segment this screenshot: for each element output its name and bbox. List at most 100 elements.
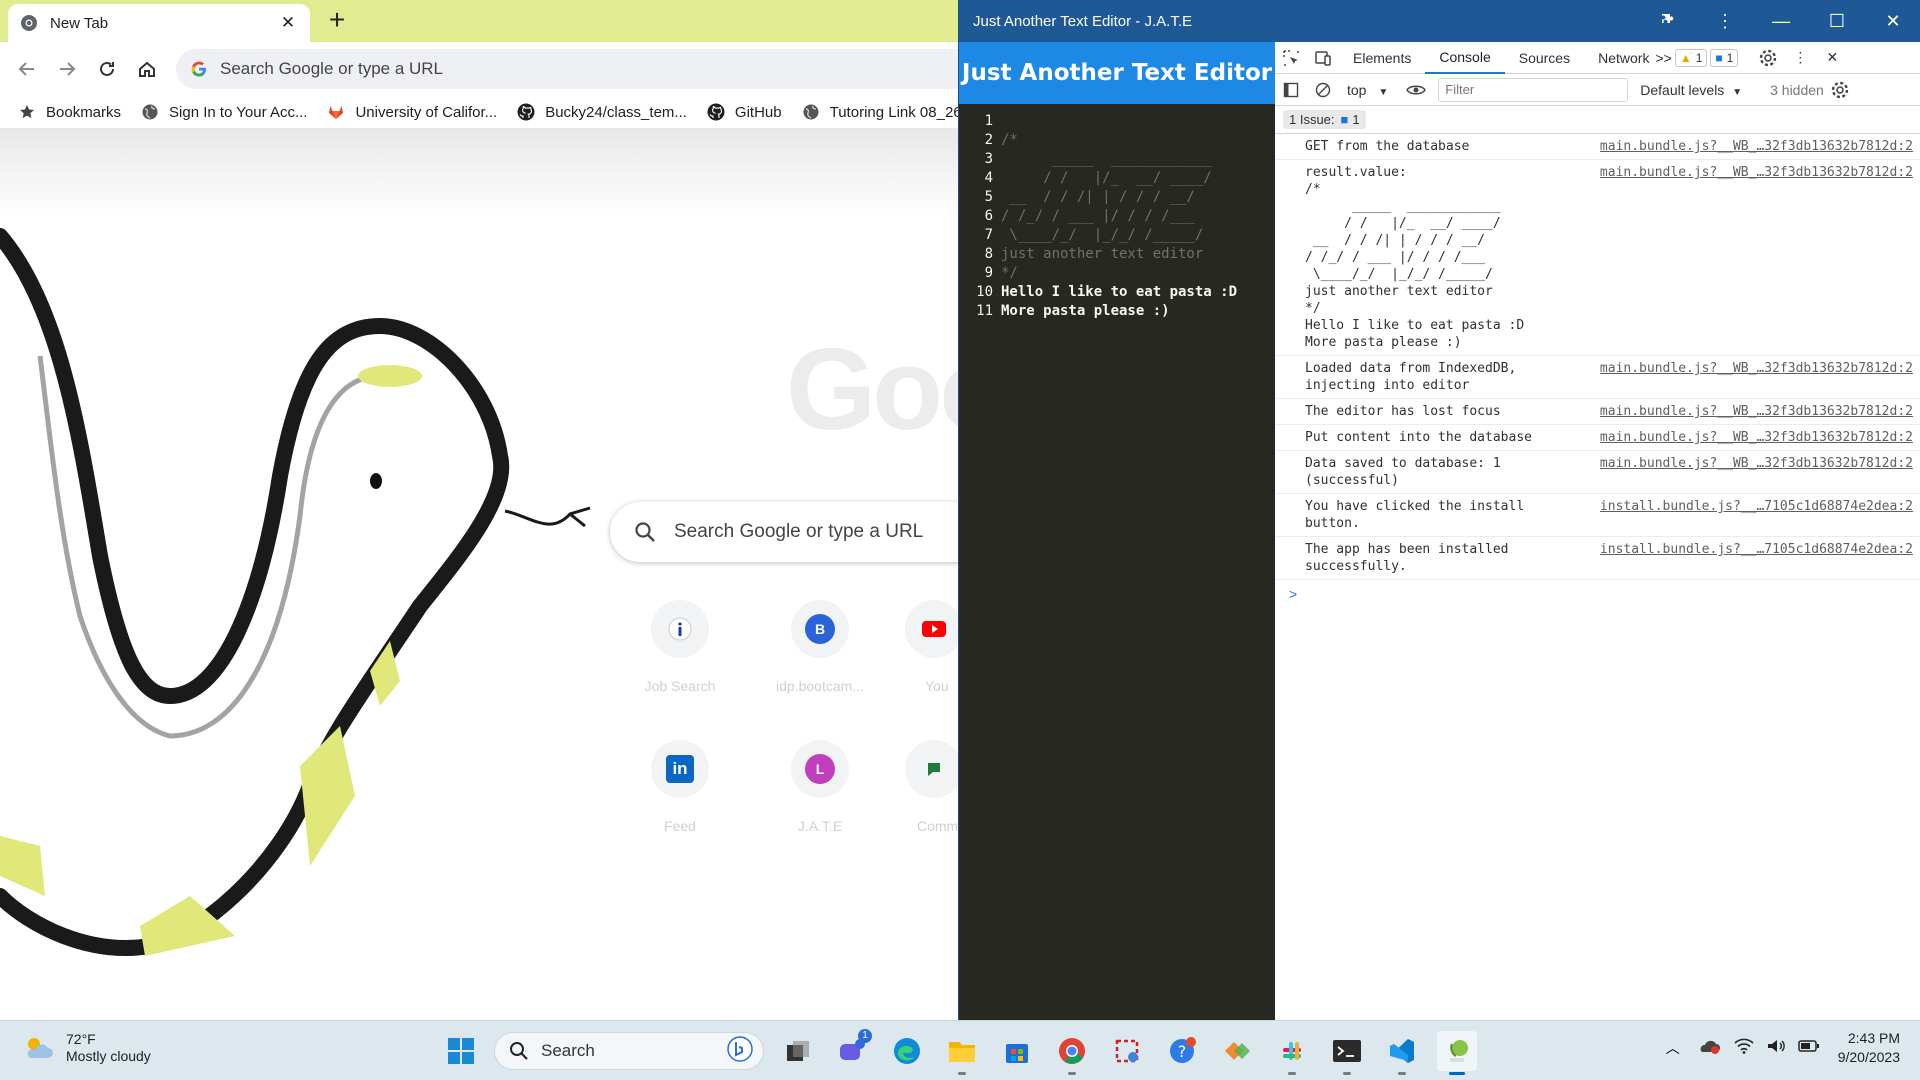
log-message: The app has been installed successfully.	[1305, 542, 1509, 574]
device-toolbar-icon[interactable]	[1307, 42, 1339, 74]
slack-icon[interactable]	[1272, 1031, 1312, 1075]
wifi-icon[interactable]	[1734, 1038, 1754, 1059]
letter-avatar-icon: L	[805, 754, 835, 784]
log-source-link[interactable]: main.bundle.js?__WB_…32f3db13632b7812d:2	[1600, 360, 1913, 394]
editor-line[interactable]: 7 \____/_/ |_/_/ /_____/	[959, 226, 1275, 245]
editor-line[interactable]: 9 */	[959, 264, 1275, 283]
bookmark-item[interactable]: Tutoring Link 08_26	[802, 103, 962, 121]
dropdown-arrow-icon: ▼	[1378, 86, 1389, 98]
microsoft-store-icon[interactable]	[997, 1031, 1037, 1071]
devtools-close-icon[interactable]: ✕	[1816, 42, 1848, 74]
tab-elements[interactable]: Elements	[1339, 42, 1425, 74]
editor-line[interactable]: 11 More pasta please :)	[959, 302, 1275, 321]
tab-close-icon[interactable]: ✕	[278, 13, 298, 33]
bookmark-item[interactable]: University of Califor...	[327, 103, 497, 121]
log-message: Data saved to database: 1 (successful)	[1305, 456, 1501, 488]
log-source-link[interactable]: main.bundle.js?__WB_…32f3db13632b7812d:2	[1600, 455, 1913, 489]
terminal-icon[interactable]	[1327, 1031, 1367, 1075]
console-log-list: GET from the database main.bundle.js?__WB…	[1275, 134, 1920, 580]
editor-line[interactable]: 3 _____ ____________	[959, 150, 1275, 169]
settings-gear-icon[interactable]	[1752, 42, 1784, 74]
log-levels-dropdown[interactable]: Default levels ▼	[1640, 82, 1742, 98]
line-number: 3	[984, 151, 993, 167]
clear-console-icon[interactable]	[1307, 74, 1339, 106]
help-icon[interactable]: ?	[1162, 1031, 1202, 1071]
log-source-link[interactable]: install.bundle.js?__…7105c1d68874e2dea:2	[1600, 498, 1913, 532]
volume-icon[interactable]	[1766, 1038, 1786, 1059]
jate-taskbar-icon[interactable]	[1437, 1031, 1477, 1075]
tools-app-icon[interactable]	[1217, 1031, 1257, 1071]
bookmark-item[interactable]: Bookmarks	[18, 103, 121, 121]
warnings-badge[interactable]: ▲ 1	[1674, 48, 1708, 67]
windows-taskbar: 72°F Mostly cloudy Search 1 ? ︿ 2:43 PM …	[0, 1020, 1920, 1080]
shortcut-idp-bootcamp[interactable]: B idp.bootcam...	[765, 600, 875, 694]
tab-console[interactable]: Console	[1425, 42, 1505, 74]
forward-button[interactable]	[52, 54, 82, 84]
messages-badge[interactable]: ■ 1	[1710, 48, 1739, 67]
issue-message-icon: ■	[1340, 112, 1349, 127]
snipping-tool-icon[interactable]	[1107, 1031, 1147, 1071]
editor-line[interactable]: 5 __ / / /| | / / / __/	[959, 188, 1275, 207]
log-source-link[interactable]: install.bundle.js?__…7105c1d68874e2dea:2	[1600, 541, 1913, 575]
console-prompt[interactable]: >	[1275, 580, 1920, 608]
editor-line[interactable]: 6 / /_/ / ___ |/ / / /___	[959, 207, 1275, 226]
shortcut-youtube[interactable]: You	[905, 600, 958, 694]
bookmark-item[interactable]: Bucky24/class_tem...	[517, 103, 687, 121]
shortcut-jate[interactable]: L J.A.T.E	[765, 740, 875, 834]
tab-new-tab[interactable]: New Tab ✕	[8, 4, 310, 42]
log-source-link[interactable]: main.bundle.js?__WB_…32f3db13632b7812d:2	[1600, 403, 1913, 420]
line-text: _____ ____________	[1001, 151, 1212, 167]
minimize-icon[interactable]: —	[1753, 0, 1809, 42]
vscode-icon[interactable]	[1382, 1031, 1422, 1075]
forward-arrow-icon	[60, 62, 76, 76]
more-tabs-button[interactable]: >>	[1655, 50, 1671, 66]
chevron-up-icon[interactable]: ︿	[1666, 1038, 1680, 1058]
log-source-link[interactable]: main.bundle.js?__WB_…32f3db13632b7812d:2	[1600, 164, 1913, 351]
bookmark-item[interactable]: Sign In to Your Acc...	[141, 103, 307, 121]
extensions-icon[interactable]	[1641, 0, 1697, 42]
task-view-icon[interactable]	[778, 1031, 818, 1071]
editor-line[interactable]: 8 just another text editor	[959, 245, 1275, 264]
inspect-element-icon[interactable]	[1275, 42, 1307, 74]
tab-sources[interactable]: Sources	[1505, 42, 1584, 74]
context-selector[interactable]: top ▼	[1347, 82, 1388, 98]
maximize-icon[interactable]: ☐	[1809, 0, 1865, 42]
weather-widget[interactable]: 72°F Mostly cloudy	[22, 1031, 151, 1065]
home-button[interactable]	[132, 54, 162, 84]
editor-line[interactable]: 1	[959, 112, 1275, 131]
window-close-icon[interactable]: ✕	[1865, 0, 1920, 42]
console-filter-input[interactable]	[1438, 77, 1629, 102]
console-settings-gear-icon[interactable]	[1824, 74, 1856, 106]
tab-network[interactable]: Network	[1584, 42, 1655, 74]
editor-line[interactable]: 4 / / |/_ __/ ____/	[959, 169, 1275, 188]
address-input[interactable]	[220, 59, 820, 79]
log-source-link[interactable]: main.bundle.js?__WB_…32f3db13632b7812d:2	[1600, 429, 1913, 446]
more-menu-icon[interactable]: ⋮	[1697, 0, 1753, 42]
start-button[interactable]	[441, 1031, 481, 1071]
file-explorer-icon[interactable]	[942, 1031, 982, 1075]
editor-line[interactable]: 10 Hello I like to eat pasta :D	[959, 283, 1275, 302]
taskbar-search[interactable]: Search	[494, 1032, 764, 1070]
shortcut-feed[interactable]: in Feed	[625, 740, 735, 834]
log-source-link[interactable]: main.bundle.js?__WB_…32f3db13632b7812d:2	[1600, 138, 1913, 155]
reload-button[interactable]	[92, 54, 122, 84]
home-icon	[139, 61, 155, 77]
battery-icon[interactable]	[1797, 1039, 1820, 1058]
devtools-menu-icon[interactable]: ⋮	[1784, 42, 1816, 74]
live-expression-eye-icon[interactable]	[1400, 74, 1432, 106]
code-editor[interactable]: 1 2/* 3 _____ ____________ 4 / / |/_ __/ __…	[959, 104, 1275, 321]
onedrive-icon[interactable]	[1698, 1038, 1720, 1059]
sidebar-toggle-icon[interactable]	[1275, 74, 1307, 106]
issues-button[interactable]: 1 Issue: ■ 1	[1283, 110, 1366, 129]
new-tab-button[interactable]: +	[322, 6, 352, 36]
editor-line[interactable]: 2 /*	[959, 131, 1275, 150]
shortcut-community[interactable]: Comm	[905, 740, 958, 834]
chrome-taskbar-icon[interactable]	[1052, 1031, 1092, 1075]
chrome-icon	[21, 15, 37, 31]
edge-icon[interactable]	[887, 1031, 927, 1071]
teams-chat-icon[interactable]: 1	[832, 1029, 872, 1071]
shortcut-job-search[interactable]: Job Search	[625, 600, 735, 694]
back-button[interactable]	[12, 54, 42, 84]
clock[interactable]: 2:43 PM 9/20/2023	[1838, 1029, 1900, 1067]
bookmark-item[interactable]: GitHub	[707, 103, 782, 121]
